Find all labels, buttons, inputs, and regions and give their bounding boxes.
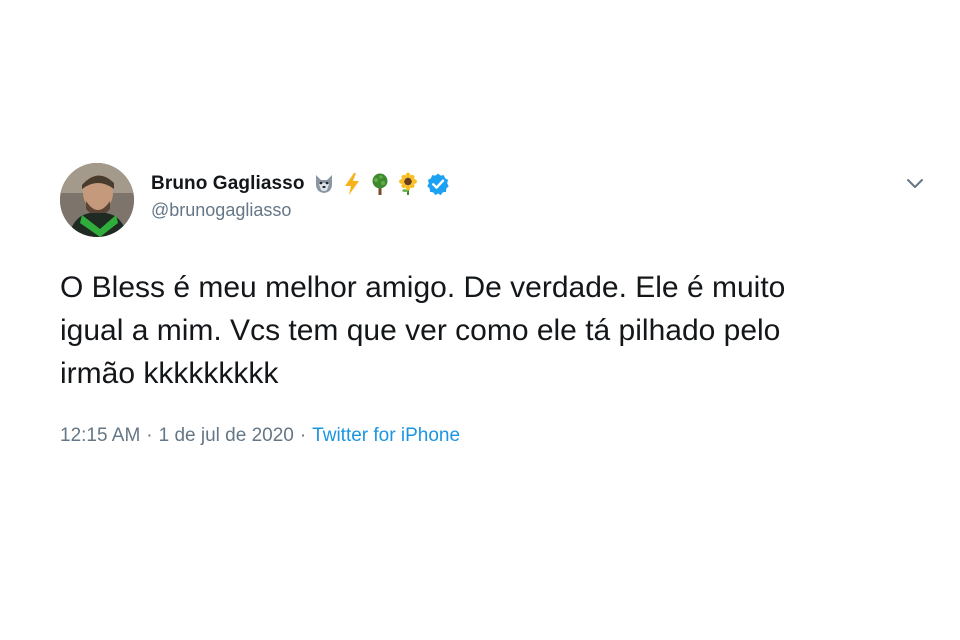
sunflower-icon — [398, 172, 417, 195]
avatar-image — [60, 163, 134, 237]
tweet-source-link[interactable]: Twitter for iPhone — [312, 425, 460, 447]
tweet-card: Bruno Gagliasso @brunogagliasso O Bless … — [0, 0, 960, 640]
meta-separator: · — [299, 425, 307, 446]
tweet-date[interactable]: 1 de jul de 2020 — [159, 425, 294, 447]
meta-separator: · — [146, 425, 153, 446]
verified-badge-icon — [426, 173, 449, 196]
tweet-meta: 12:15 AM · 1 de jul de 2020 · Twitter fo… — [60, 425, 460, 447]
tweet-time[interactable]: 12:15 AM — [60, 425, 140, 447]
tweet-text: O Bless é meu melhor amigo. De verdade. … — [60, 271, 786, 390]
wolf-emoji-icon — [315, 175, 332, 193]
tweet-header: Bruno Gagliasso @brunogagliasso — [151, 170, 450, 220]
chevron-down-icon[interactable] — [904, 172, 926, 194]
avatar[interactable] — [60, 163, 134, 237]
display-name[interactable]: Bruno Gagliasso — [151, 173, 305, 195]
user-handle[interactable]: @brunogagliasso — [151, 200, 450, 221]
name-row: Bruno Gagliasso — [151, 170, 450, 198]
high-voltage-icon — [344, 173, 359, 195]
tree-icon — [372, 173, 388, 195]
name-emojis — [312, 172, 424, 196]
